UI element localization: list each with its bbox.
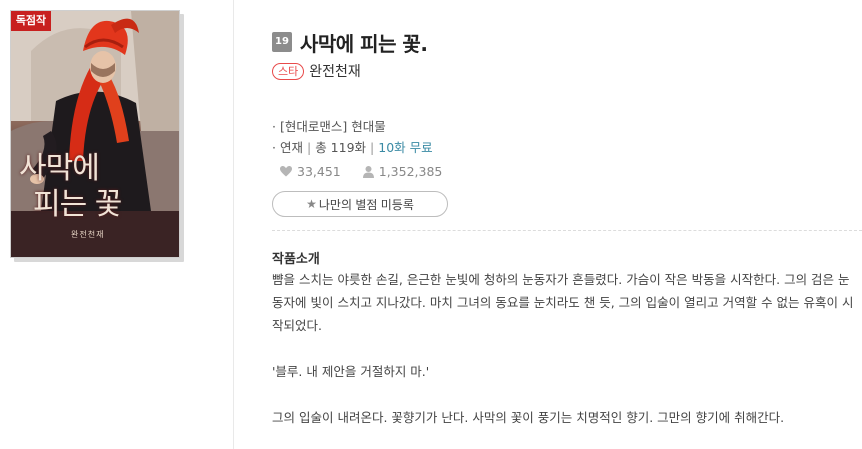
- book-cover[interactable]: 독점작 사막에 피는 꽃 완전천재: [10, 10, 184, 262]
- cover-author: 완전천재: [71, 230, 105, 239]
- likes-stat: 33,451: [280, 164, 341, 179]
- my-rating-button[interactable]: ★ 나만의 별점 미등록: [272, 191, 448, 217]
- serial-status: 연재: [279, 140, 303, 155]
- readers-count: 1,352,385: [378, 164, 443, 179]
- likes-count: 33,451: [297, 164, 341, 179]
- my-rating-label: 나만의 별점 미등록: [318, 197, 414, 212]
- intro-paragraph: 그의 입술이 내려온다. 꽃향기가 난다. 사막의 꽃이 풍기는 치명적인 향기…: [272, 410, 785, 425]
- age-rating-badge: 19: [272, 32, 292, 52]
- cover-title-line2: 피는 꽃: [33, 187, 122, 222]
- star-icon: ★: [306, 197, 317, 211]
- intro-text: 뺨을 스치는 야릇한 손길, 은근한 눈빛에 청하의 눈동자가 흔들렸다. 가슴…: [272, 268, 860, 429]
- intro-paragraph: 뺨을 스치는 야릇한 손길, 은근한 눈빛에 청하의 눈동자가 흔들렸다. 가슴…: [272, 272, 854, 333]
- author-name[interactable]: 완전천재: [309, 61, 361, 81]
- intro-heading: 작품소개: [272, 252, 320, 267]
- stats-row: 33,451 1,352,385: [280, 164, 464, 179]
- bullet: ·: [272, 119, 276, 134]
- genre-line: · [현대로맨스] 현대물: [272, 116, 386, 135]
- readers-stat: 1,352,385: [362, 164, 443, 179]
- cover-title: 사막에 피는 꽃: [19, 151, 169, 223]
- genre[interactable]: [현대로맨스] 현대물: [280, 119, 386, 134]
- separator: |: [370, 140, 375, 155]
- author-row: 스타 완전천재: [272, 61, 361, 81]
- work-title[interactable]: 사막에 피는 꽃.: [300, 28, 428, 57]
- star-author-tag: 스타: [272, 62, 305, 80]
- cover-image[interactable]: 독점작 사막에 피는 꽃 완전천재: [10, 10, 180, 258]
- serial-line: · 연재 | 총 119화 | 10화 무료: [272, 137, 433, 156]
- heart-icon: [280, 166, 292, 177]
- bullet: ·: [272, 140, 276, 155]
- section-divider: [272, 230, 862, 231]
- person-icon: [362, 165, 374, 178]
- cover-title-line1: 사막에: [19, 151, 100, 186]
- episode-count: 총 119화: [315, 140, 367, 155]
- intro-paragraph: '블루. 내 제안을 거절하지 마.': [272, 364, 430, 379]
- free-episodes[interactable]: 10화 무료: [378, 140, 432, 155]
- separator: |: [306, 140, 312, 155]
- exclusive-badge: 독점작: [11, 11, 51, 31]
- cover-column: 독점작 사막에 피는 꽃 완전천재: [0, 0, 234, 449]
- title-row: 19 사막에 피는 꽃.: [272, 28, 428, 57]
